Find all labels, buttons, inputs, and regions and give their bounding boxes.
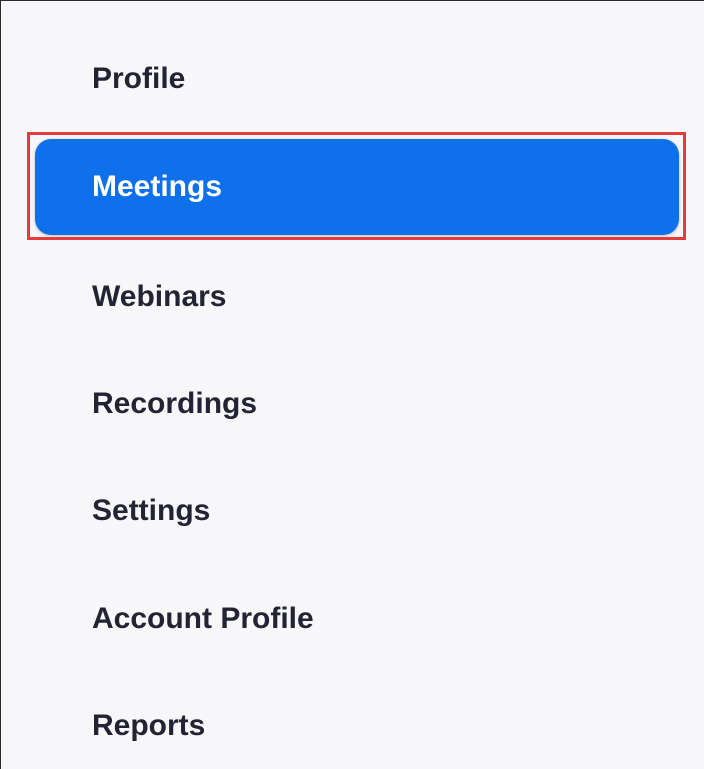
sidebar-item-profile[interactable]: Profile bbox=[35, 31, 679, 127]
sidebar-item-reports[interactable]: Reports bbox=[35, 678, 679, 769]
sidebar-item-settings[interactable]: Settings bbox=[35, 463, 679, 559]
sidebar-item-webinars[interactable]: Webinars bbox=[35, 249, 679, 345]
sidebar-item-recordings[interactable]: Recordings bbox=[35, 356, 679, 452]
sidebar-panel: Profile Meetings Webinars Recordings Set… bbox=[0, 0, 704, 769]
sidebar-nav: Profile Meetings Webinars Recordings Set… bbox=[1, 1, 704, 769]
sidebar-item-account-profile[interactable]: Account Profile bbox=[35, 571, 679, 667]
sidebar-item-meetings[interactable]: Meetings bbox=[35, 139, 679, 235]
